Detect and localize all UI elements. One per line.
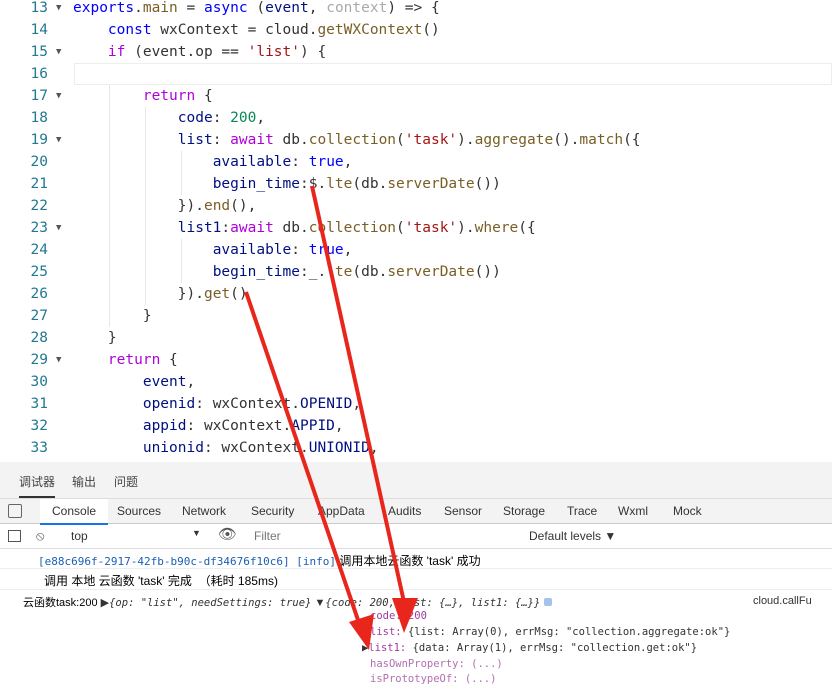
- arrow-shaft: [310, 185, 406, 603]
- arrow-head: [392, 598, 418, 633]
- annotation-arrow: [244, 291, 374, 650]
- arrow-head: [349, 614, 374, 650]
- arrow-shaft: [244, 291, 360, 621]
- annotation-arrow: [310, 185, 418, 633]
- annotation-arrows: [244, 185, 418, 650]
